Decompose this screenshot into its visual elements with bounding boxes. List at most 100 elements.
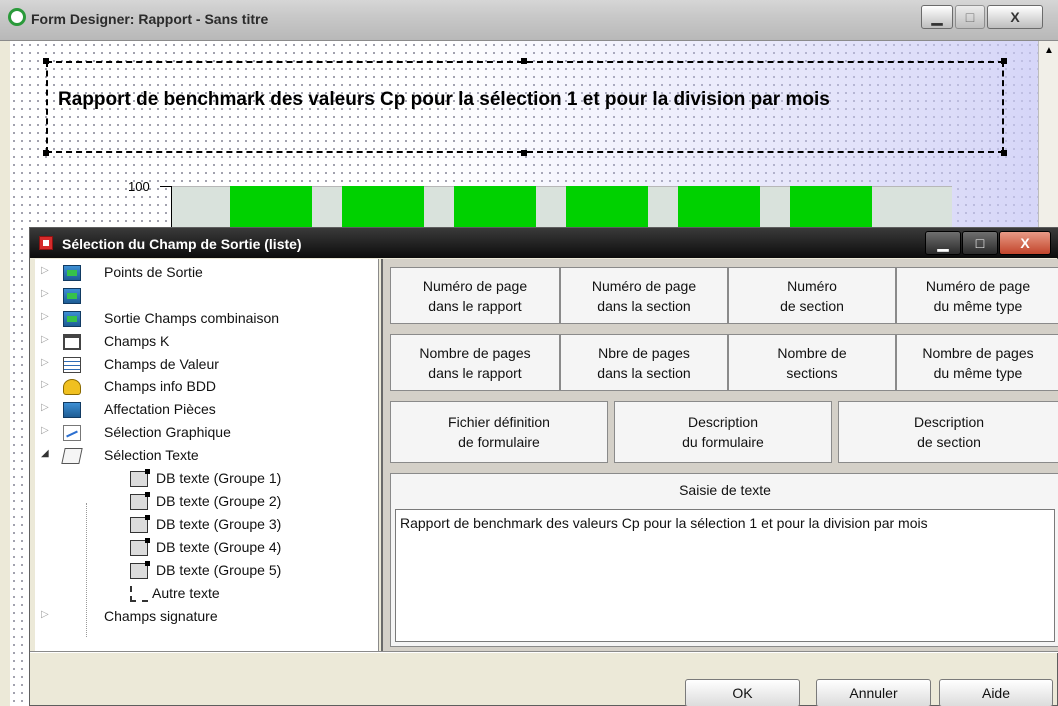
minimize-button[interactable]: ▁ [921, 5, 953, 29]
form-designer-titlebar[interactable]: Form Designer: Rapport - Sans titre ▁ □ … [0, 0, 1058, 41]
tree-item-label: Champs signature [104, 608, 218, 624]
tree-item-label: Sortie Champs combinaison [104, 310, 280, 326]
section-count-button[interactable]: Nombre de sections [728, 334, 896, 391]
tree-item-autre-texte[interactable]: Autre texte [41, 584, 371, 606]
tree-item-db-texte-1[interactable]: DB texte (Groupe 1) [41, 469, 371, 491]
expand-arrow-icon[interactable]: ▷ [41, 609, 51, 620]
tree-item-label: DB texte (Groupe 4) [156, 539, 282, 555]
tree-item-label: Sélection Graphique [104, 424, 231, 440]
resize-handle[interactable] [521, 58, 527, 64]
resize-handle[interactable] [521, 150, 527, 156]
app-icon [8, 8, 26, 26]
close-icon: X [1020, 235, 1030, 251]
window-title: Form Designer: Rapport - Sans titre [31, 11, 269, 27]
cancel-button[interactable]: Annuler [816, 679, 931, 706]
field-tree[interactable]: ▷ Points de Sortie ▷ ▷ Sortie Champs com… [35, 259, 379, 651]
close-icon: X [1010, 9, 1020, 25]
dialog-app-icon [39, 236, 53, 250]
scroll-up-icon[interactable]: ▲ [1041, 45, 1057, 61]
expand-arrow-icon[interactable]: ▷ [41, 402, 51, 413]
value-field-icon [63, 357, 81, 373]
text-entry-field[interactable]: Rapport de benchmark des valeurs Cp pour… [395, 509, 1055, 642]
output-field-dialog: Sélection du Champ de Sortie (liste) ▁ □… [29, 227, 1058, 706]
text-entry-panel: Saisie de texte Rapport de benchmark des… [390, 473, 1058, 647]
page-number-same-type-button[interactable]: Numéro de page du même type [896, 267, 1058, 324]
tree-item-label: DB texte (Groupe 2) [156, 493, 282, 509]
tree-item-label: DB texte (Groupe 5) [156, 562, 282, 578]
dialog-close-button[interactable]: X [999, 231, 1051, 255]
tree-item-db-texte-2[interactable]: DB texte (Groupe 2) [41, 492, 371, 514]
monitor-icon [63, 265, 81, 281]
section-number-button[interactable]: Numéro de section [728, 267, 896, 324]
monitor-icon [63, 288, 81, 304]
expand-arrow-icon[interactable]: ▷ [41, 288, 51, 299]
tree-item-label: DB texte (Groupe 1) [156, 470, 282, 486]
tree-item-db-texte-3[interactable]: DB texte (Groupe 3) [41, 515, 371, 537]
tree-item-label: Autre texte [152, 585, 220, 601]
tree-item-unnamed[interactable]: ▷ [41, 286, 371, 308]
y-tick-label: 100 [128, 179, 150, 194]
tree-item-db-texte-5[interactable]: DB texte (Groupe 5) [41, 561, 371, 583]
resize-handle[interactable] [43, 58, 49, 64]
dialog-minimize-button[interactable]: ▁ [925, 231, 961, 255]
db-text-icon [130, 561, 150, 579]
tree-item-selection-graphique[interactable]: ▷ Sélection Graphique [41, 423, 371, 445]
text-entry-label: Saisie de texte [679, 482, 771, 498]
section-description-button[interactable]: Description de section [838, 401, 1058, 463]
page-count-in-report-button[interactable]: Nombre de pages dans le rapport [390, 334, 560, 391]
minimize-icon: ▁ [931, 9, 943, 25]
db-text-icon [130, 515, 150, 533]
form-definition-file-button[interactable]: Fichier définition de formulaire [390, 401, 608, 463]
help-button[interactable]: Aide [939, 679, 1053, 706]
maximize-button[interactable]: □ [955, 5, 985, 29]
field-button-grid: Numéro de page dans le rapport Numéro de… [381, 259, 1058, 651]
close-button[interactable]: X [987, 5, 1043, 29]
expand-arrow-icon[interactable]: ▷ [41, 265, 51, 276]
db-text-icon [130, 469, 150, 487]
tree-item-points-de-sortie[interactable]: ▷ Points de Sortie [41, 263, 371, 285]
tree-item-affectation-pieces[interactable]: ▷ Affectation Pièces [41, 400, 371, 422]
tree-item-champs-k[interactable]: ▷ Champs K [41, 332, 371, 354]
resize-handle[interactable] [1001, 58, 1007, 64]
minimize-icon: ▁ [937, 235, 949, 251]
collapse-arrow-icon[interactable]: ◢ [41, 448, 51, 459]
db-text-icon [130, 492, 150, 510]
tree-item-label: DB texte (Groupe 3) [156, 516, 282, 532]
tree-item-label: Affectation Pièces [104, 401, 216, 417]
other-text-icon [130, 586, 148, 602]
monitor-icon [63, 402, 81, 418]
tree-item-db-texte-4[interactable]: DB texte (Groupe 4) [41, 538, 371, 560]
dialog-titlebar[interactable]: Sélection du Champ de Sortie (liste) ▁ □… [30, 228, 1058, 258]
expand-arrow-icon[interactable]: ▷ [41, 334, 51, 345]
tree-item-selection-texte[interactable]: ◢ Sélection Texte [41, 446, 371, 468]
tree-item-champs-de-valeur[interactable]: ▷ Champs de Valeur [41, 355, 371, 377]
maximize-icon: □ [965, 9, 975, 25]
page-number-in-section-button[interactable]: Numéro de page dans la section [560, 267, 728, 324]
text-icon [61, 448, 83, 464]
form-description-button[interactable]: Description du formulaire [614, 401, 832, 463]
expand-arrow-icon[interactable]: ▷ [41, 357, 51, 368]
expand-arrow-icon[interactable]: ▷ [41, 425, 51, 436]
dialog-title: Sélection du Champ de Sortie (liste) [62, 236, 302, 252]
resize-handle[interactable] [1001, 150, 1007, 156]
tree-item-label: Champs info BDD [104, 378, 217, 394]
expand-arrow-icon[interactable]: ▷ [41, 379, 51, 390]
ok-button[interactable]: OK [685, 679, 800, 706]
maximize-icon: □ [975, 235, 985, 251]
graph-icon [63, 425, 81, 441]
monitor-icon [63, 311, 81, 327]
tree-item-label: Sélection Texte [104, 447, 199, 463]
tree-item-sortie-champs-combinaison[interactable]: ▷ Sortie Champs combinaison [41, 309, 371, 331]
resize-handle[interactable] [43, 150, 49, 156]
page-count-in-section-button[interactable]: Nbre de pages dans la section [560, 334, 728, 391]
report-title: Rapport de benchmark des valeurs Cp pour… [58, 89, 830, 110]
page-number-in-report-button[interactable]: Numéro de page dans le rapport [390, 267, 560, 324]
database-icon [63, 379, 81, 395]
page-count-same-type-button[interactable]: Nombre de pages du même type [896, 334, 1058, 391]
dialog-maximize-button[interactable]: □ [962, 231, 998, 255]
tree-item-label: Points de Sortie [104, 264, 203, 280]
expand-arrow-icon[interactable]: ▷ [41, 311, 51, 322]
tree-item-label: Champs de Valeur [104, 356, 219, 372]
tree-item-champs-info-bdd[interactable]: ▷ Champs info BDD [41, 377, 371, 399]
tree-item-champs-signature[interactable]: ▷ Champs signature [41, 607, 371, 629]
